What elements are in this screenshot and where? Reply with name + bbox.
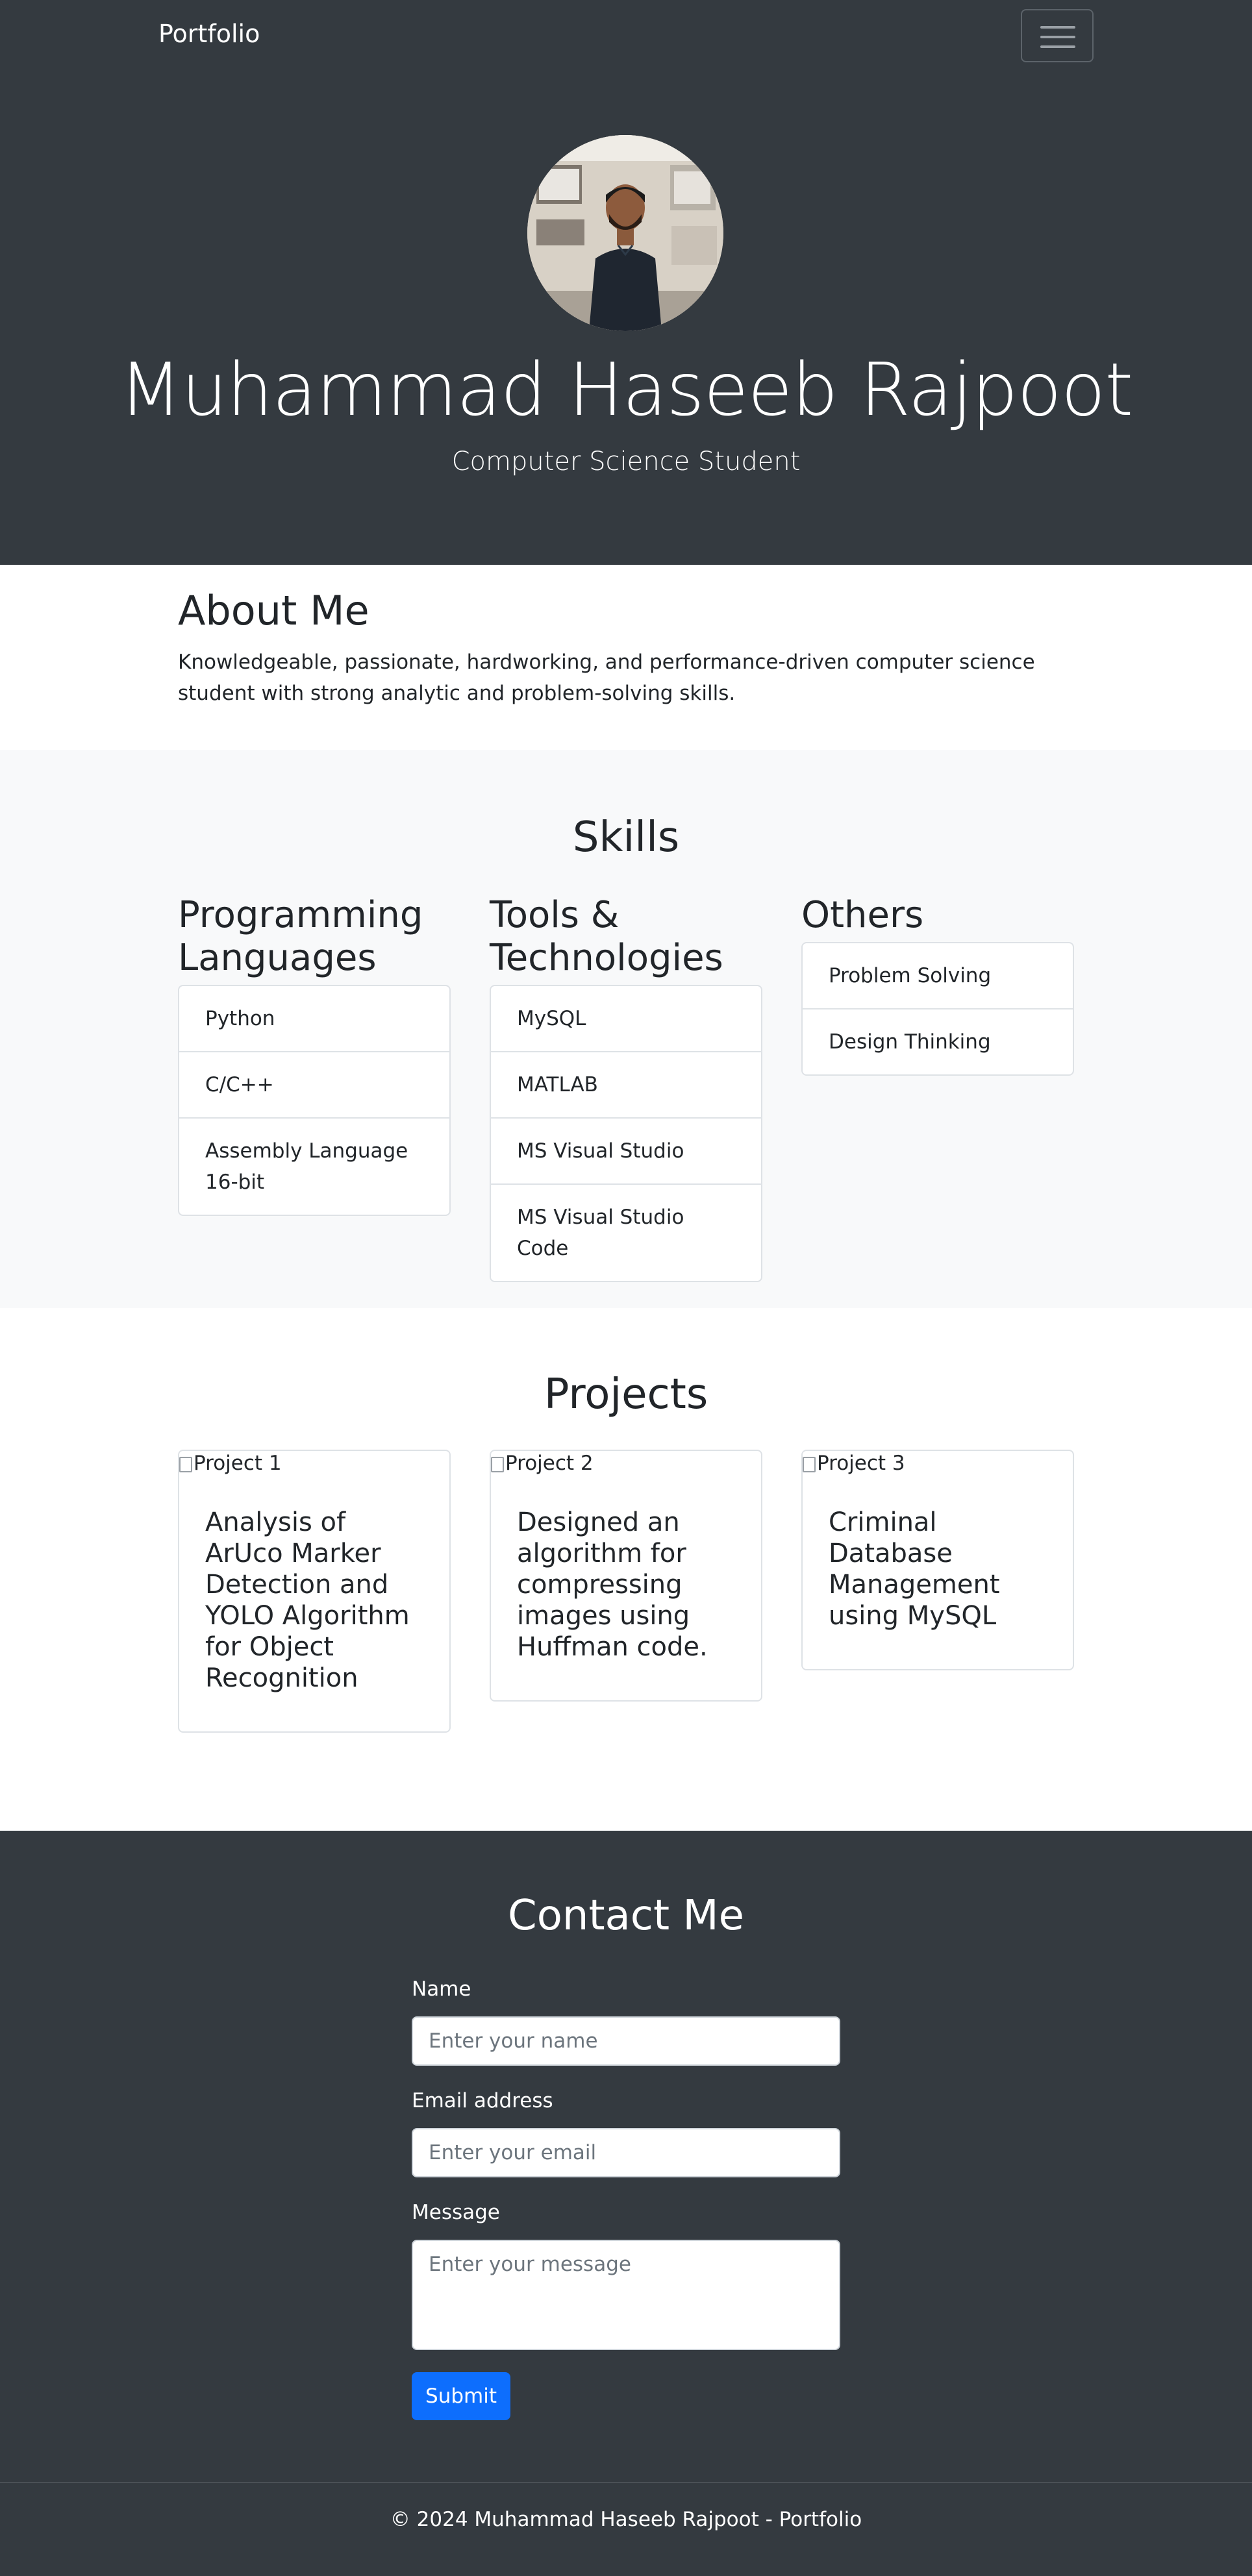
name-input[interactable] (412, 2016, 840, 2066)
project-title: Designed an algorithm for compressing im… (517, 1507, 708, 1662)
about-text: Knowledgeable, passionate, hardworking, … (178, 650, 1035, 705)
contact-section: Contact Me Name Email address Message Su… (0, 1831, 1252, 2482)
skill-item: C/C++ (179, 1051, 449, 1117)
hero-subtitle: Computer Science Student (451, 447, 801, 477)
skill-item: MS Visual Studio Code (491, 1183, 761, 1281)
hero-name: Muhammad Haseeb Rajpoot (119, 348, 1134, 432)
skill-list: Python C/C++ Assembly Language 16-bit (178, 985, 451, 1216)
project-card[interactable]: Project 1 Analysis of ArUco Marker Detec… (178, 1450, 451, 1733)
project-image: Project 2 (491, 1451, 761, 1476)
navbar: Portfolio (0, 0, 1252, 74)
footer-text: © 2024 Muhammad Haseeb Rajpoot - Portfol… (390, 2508, 862, 2531)
navbar-toggler-button[interactable] (1021, 9, 1094, 62)
footer: © 2024 Muhammad Haseeb Rajpoot - Portfol… (0, 2482, 1252, 2576)
projects-section: Projects Project 1 Analysis of ArUco Mar… (0, 1308, 1252, 1831)
profile-photo (527, 135, 723, 331)
project-image: Project 3 (803, 1451, 1073, 1476)
project-card[interactable]: Project 3 Criminal Database Management u… (801, 1450, 1074, 1670)
contact-title: Contact Me (508, 1892, 744, 1940)
project-title: Analysis of ArUco Marker Detection and Y… (205, 1507, 410, 1693)
project-title: Criminal Database Management using MySQL (829, 1507, 1000, 1631)
skills-title: Skills (572, 813, 680, 861)
skill-item: Assembly Language 16-bit (179, 1117, 449, 1215)
skill-item: MySQL (517, 1007, 586, 1030)
skill-column-programming: Programming Languages Python C/C++ Assem… (178, 894, 451, 1216)
project-image: Project 1 (179, 1451, 449, 1476)
skill-column-heading: Tools & Technologies (490, 894, 723, 979)
skill-column-others: Others Problem Solving Design Thinking (801, 894, 1074, 1076)
about-section: About Me Knowledgeable, passionate, hard… (0, 565, 1252, 750)
name-label: Name (412, 1977, 471, 2001)
projects-title: Projects (544, 1370, 708, 1418)
email-input[interactable] (412, 2128, 840, 2177)
message-label: Message (412, 2201, 500, 2224)
submit-button[interactable]: Submit (412, 2372, 510, 2420)
skill-column-tools: Tools & Technologies MySQL MATLAB MS Vis… (490, 894, 762, 1282)
skills-section: Skills Programming Languages Python C/C+… (0, 750, 1252, 1308)
about-title: About Me (178, 587, 369, 634)
skill-column-heading: Programming Languages (178, 894, 423, 979)
skill-item: Design Thinking (803, 1008, 1073, 1074)
skill-item: MS Visual Studio (491, 1117, 761, 1183)
skill-list: Problem Solving Design Thinking (801, 942, 1074, 1076)
email-label: Email address (412, 2089, 553, 2112)
project-card[interactable]: Project 2 Designed an algorithm for comp… (490, 1450, 762, 1702)
skill-item: Problem Solving (829, 964, 992, 987)
message-textarea[interactable] (412, 2240, 840, 2350)
skill-column-heading: Others (801, 894, 924, 936)
navbar-brand[interactable]: Portfolio (158, 19, 260, 48)
broken-image-icon (803, 1457, 816, 1472)
broken-image-icon (491, 1457, 504, 1472)
hero-section: Muhammad Haseeb Rajpoot Computer Science… (0, 74, 1252, 565)
broken-image-icon (179, 1457, 192, 1472)
skill-item: MATLAB (491, 1051, 761, 1117)
skill-list: MySQL MATLAB MS Visual Studio MS Visual … (490, 985, 762, 1282)
skill-item: Python (205, 1007, 275, 1030)
